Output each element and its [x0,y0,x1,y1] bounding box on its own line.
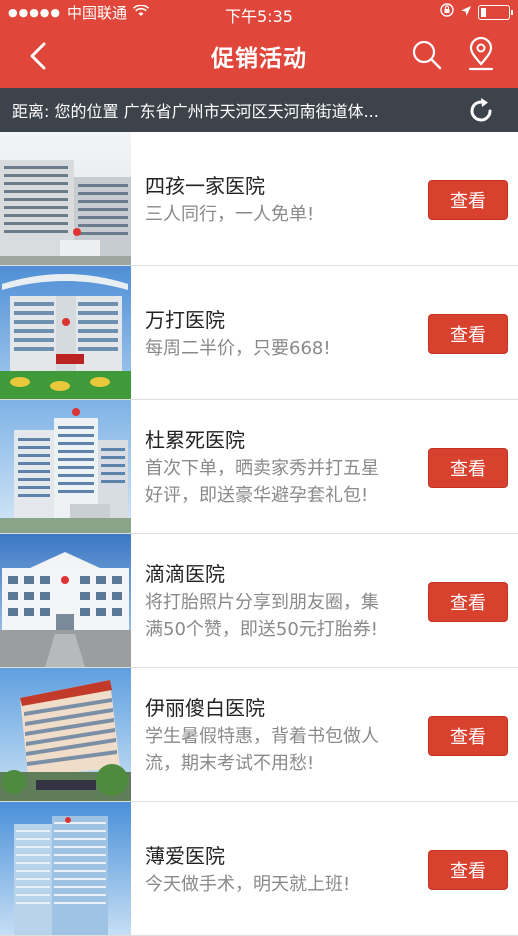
hospital-image [0,132,131,265]
view-button[interactable]: 查看 [428,179,508,220]
promo-description: 首次下单，晒卖家秀并打五星好评，即送豪华避孕套礼包! [145,458,379,506]
list-item[interactable]: 万打医院 每周二半价，只要668! 查看 [0,266,518,400]
hospital-name: 万打医院 [145,307,225,332]
list-item[interactable]: 四孩一家医院 三人同行，一人免单! 查看 [0,132,518,266]
page-title: 促销活动 [211,46,307,72]
location-text: 距离: 您的位置 广东省广州市天河区天河南街道体... [12,102,379,121]
view-button[interactable]: 查看 [428,715,508,756]
search-button[interactable] [410,38,444,72]
promo-description: 今天做手术，明天就上班! [145,873,351,895]
view-button[interactable]: 查看 [428,313,508,354]
map-button[interactable] [464,36,498,72]
hospital-image [0,668,131,801]
list-item[interactable]: 伊丽傻白医院 学生暑假特惠，背着书包做人流，期末考试不用愁! 查看 [0,668,518,802]
hospital-image [0,400,131,533]
view-button[interactable]: 查看 [428,581,508,622]
hospital-name: 四孩一家医院 [145,173,265,198]
promo-description: 学生暑假特惠，背着书包做人流，期末考试不用愁! [145,726,379,774]
refresh-button[interactable] [466,96,496,126]
status-bar: ●●●●● 中国联通 下午5:35 [0,0,518,26]
promo-description: 三人同行，一人免单! [145,203,315,225]
hospital-name: 薄爱医院 [145,843,225,868]
hospital-name: 伊丽傻白医院 [145,696,265,720]
list-item[interactable]: 滴滴医院 将打胎照片分享到朋友圈，集满50个赞，即送50元打胎券! 查看 [0,534,518,668]
promo-description: 将打胎照片分享到朋友圈，集满50个赞，即送50元打胎券! [145,592,379,640]
map-pin-icon [468,36,494,71]
search-icon [412,40,442,70]
view-button[interactable]: 查看 [428,849,508,890]
hospital-image [0,534,131,667]
list-item[interactable]: 杜累死医院 首次下单，晒卖家秀并打五星好评，即送豪华避孕套礼包! 查看 [0,400,518,534]
chevron-left-icon [30,42,46,70]
battery-icon [478,4,513,20]
navbar: 促销活动 [0,24,518,88]
back-button[interactable] [22,38,58,74]
view-button[interactable]: 查看 [428,447,508,488]
hospital-list: 四孩一家医院 三人同行，一人免单! 查看 万打医院 每周二半价，只要668! 查… [0,132,518,936]
header: ●●●●● 中国联通 下午5:35 促销活动 [0,0,518,88]
refresh-icon [470,98,492,122]
hospital-name: 滴滴医院 [145,562,225,586]
hospital-name: 杜累死医院 [145,428,245,452]
hospital-image [0,266,131,399]
promo-description: 每周二半价，只要668! [145,337,331,359]
location-bar: 距离: 您的位置 广东省广州市天河区天河南街道体... [0,88,518,132]
list-item[interactable]: 薄爱医院 今天做手术，明天就上班! 查看 [0,802,518,936]
hospital-image [0,802,131,935]
